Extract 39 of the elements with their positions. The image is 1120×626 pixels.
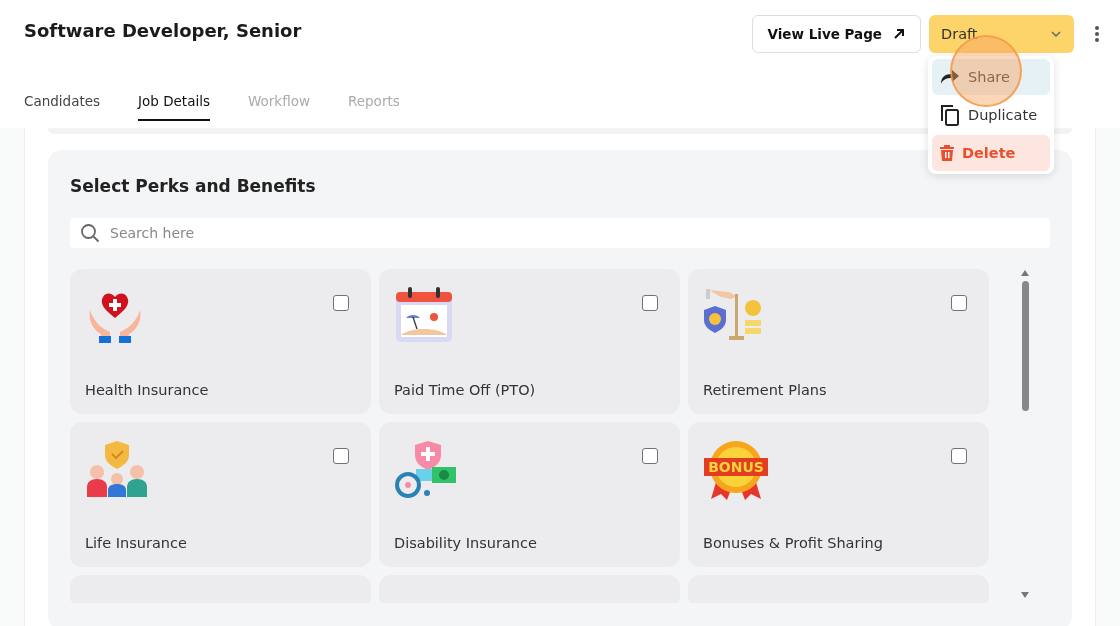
external-arrow-icon xyxy=(892,27,906,41)
tab[interactable]: Candidates xyxy=(24,93,101,121)
checkbox[interactable] xyxy=(333,448,349,464)
family-shield-icon xyxy=(85,439,149,499)
wheelchair-shield-icon xyxy=(394,439,458,499)
job-title: Software Developer, Senior xyxy=(24,20,302,41)
benefit-label: Retirement Plans xyxy=(703,382,828,398)
scrollbar-thumb[interactable] xyxy=(1021,281,1029,411)
benefit-label: Health Insurance xyxy=(85,382,210,398)
benefit-card[interactable]: Disability Insurance xyxy=(379,422,680,567)
checkbox[interactable] xyxy=(642,448,658,464)
view-live-page-button[interactable]: View Live Page xyxy=(752,15,921,53)
benefit-card[interactable]: BONUS Bonuses & Profit Sharing xyxy=(688,422,989,567)
checkbox[interactable] xyxy=(642,295,658,311)
menu-item[interactable]: Share xyxy=(932,59,1050,95)
benefit-label: Disability Insurance xyxy=(394,535,538,551)
trash-icon xyxy=(940,145,954,161)
checkbox[interactable] xyxy=(333,295,349,311)
scroll-down-icon[interactable] xyxy=(1020,591,1030,599)
search-field[interactable]: Search here xyxy=(70,218,1050,248)
benefit-label: Life Insurance xyxy=(85,535,188,551)
benefit-label: Paid Time Off (PTO) xyxy=(394,382,537,398)
section-title: Select Perks and Benefits xyxy=(70,176,317,196)
scrollbar[interactable] xyxy=(1019,269,1031,599)
menu-item[interactable]: Duplicate xyxy=(932,97,1050,133)
copy-icon xyxy=(940,104,960,126)
checkbox[interactable] xyxy=(951,448,967,464)
checkbox[interactable] xyxy=(951,295,967,311)
status-dropdown[interactable]: Draft xyxy=(929,15,1074,53)
benefit-card[interactable]: Life Insurance xyxy=(70,422,371,567)
share-arrow-icon xyxy=(940,68,960,86)
benefit-card[interactable]: Health Insurance xyxy=(70,269,371,414)
benefit-card[interactable]: Paid Time Off (PTO) xyxy=(379,269,680,414)
scroll-up-icon[interactable] xyxy=(1020,269,1030,277)
benefit-label: Bonuses & Profit Sharing xyxy=(703,535,884,551)
benefit-card[interactable]: Retirement Plans xyxy=(688,269,989,414)
tab[interactable]: Job Details xyxy=(138,93,210,121)
more-options-icon[interactable] xyxy=(1094,25,1100,43)
chevron-down-icon xyxy=(1050,30,1062,38)
